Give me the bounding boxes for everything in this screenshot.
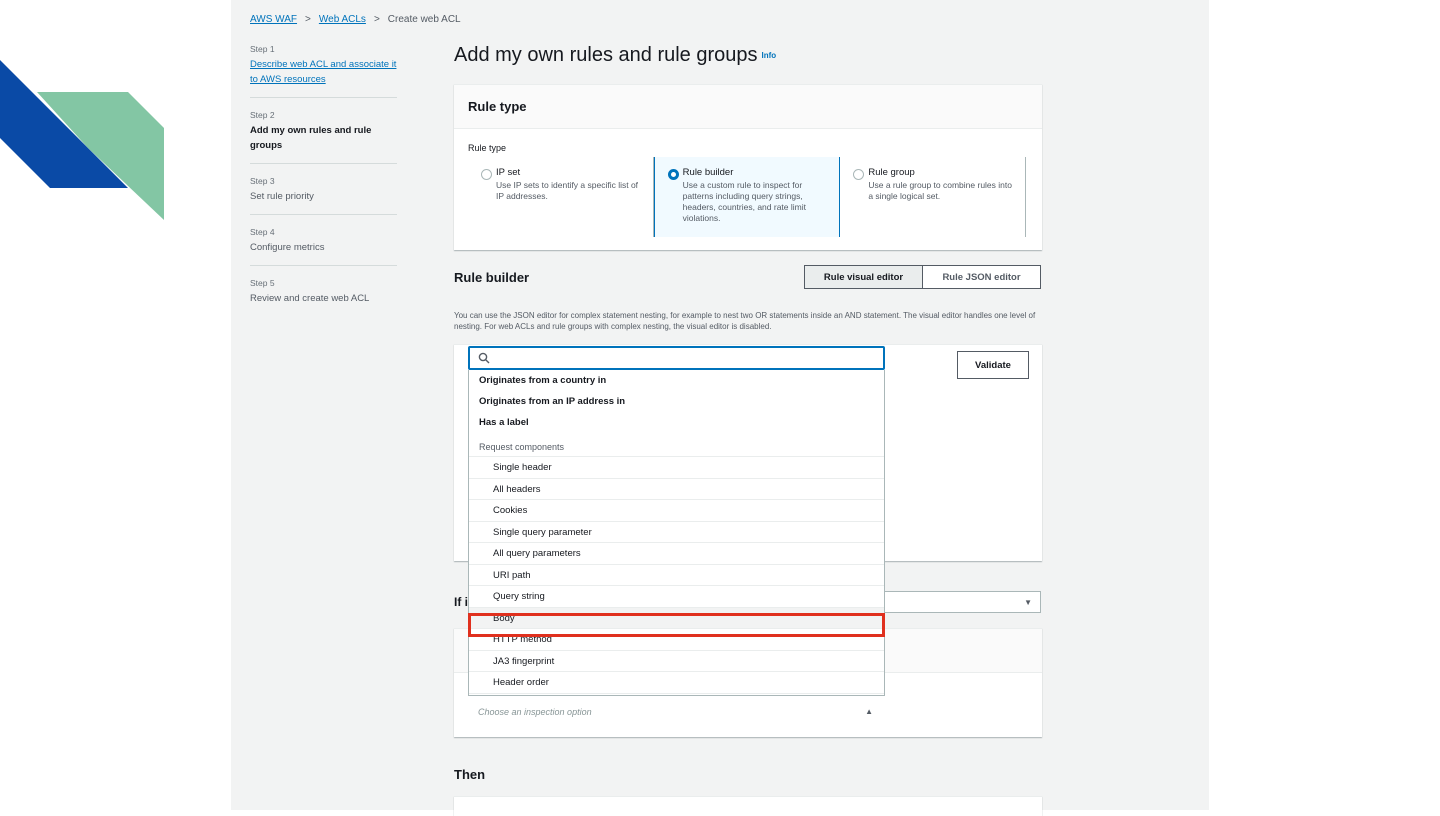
- tile-description: Use IP sets to identify a specific list …: [496, 180, 639, 201]
- option-single-header[interactable]: Single header: [469, 457, 884, 479]
- tile-description: Use a custom rule to inspect for pattern…: [682, 180, 806, 223]
- option-query-string[interactable]: Query string: [469, 586, 884, 608]
- caret-up-icon: ▲: [865, 707, 873, 716]
- then-panel: [454, 796, 1042, 816]
- step-title: Review and create web ACL: [250, 293, 370, 304]
- breadcrumb-aws-waf[interactable]: AWS WAF: [250, 14, 297, 25]
- step-number: Step 5: [250, 278, 275, 288]
- rule-json-editor-button[interactable]: Rule JSON editor: [923, 266, 1040, 288]
- rule-type-panel: Rule type Rule type IP set Use IP sets t…: [454, 84, 1042, 250]
- page-title: Add my own rules and rule groups Info: [454, 44, 776, 67]
- step-link-describe[interactable]: Describe web ACL and associate it to AWS…: [250, 57, 397, 87]
- option-header-order[interactable]: Header order: [469, 672, 884, 694]
- inspection-placeholder: Choose an inspection option: [478, 707, 592, 717]
- inspection-select[interactable]: Choose an inspection option ▲: [468, 700, 885, 724]
- option-originates-country[interactable]: Originates from a country in: [469, 370, 884, 391]
- breadcrumb-separator: >: [305, 14, 311, 25]
- tile-description: Use a rule group to combine rules into a…: [868, 180, 1012, 201]
- step-number: Step 3: [250, 176, 275, 186]
- inspect-dropdown-list: Originates from a country in Originates …: [468, 370, 885, 696]
- step-3: Step 3 Set rule priority: [250, 176, 397, 215]
- info-link[interactable]: Info: [762, 51, 777, 60]
- step-2: Step 2 Add my own rules and rule groups: [250, 110, 397, 164]
- page-title-text: Add my own rules and rule groups: [454, 44, 758, 66]
- breadcrumb: AWS WAF > Web ACLs > Create web ACL: [250, 14, 461, 25]
- if-request-label: If i: [454, 595, 468, 609]
- option-originates-ip[interactable]: Originates from an IP address in: [469, 391, 884, 412]
- breadcrumb-web-acls[interactable]: Web ACLs: [319, 14, 366, 25]
- step-1: Step 1 Describe web ACL and associate it…: [250, 44, 397, 98]
- step-number: Step 1: [250, 44, 275, 54]
- breadcrumb-separator: >: [373, 14, 380, 25]
- step-title-current: Add my own rules and rule groups: [250, 125, 372, 151]
- aws-console-frame: AWS WAF > Web ACLs > Create web ACL Step…: [231, 0, 1209, 816]
- caret-down-icon: ▼: [1024, 598, 1032, 607]
- search-input[interactable]: [494, 350, 874, 366]
- rule-type-tiles: IP set Use IP sets to identify a specifi…: [468, 157, 1027, 237]
- wizard-steps: Step 1 Describe web ACL and associate it…: [250, 44, 397, 328]
- tile-title: IP set: [496, 167, 521, 178]
- validate-button[interactable]: Validate: [957, 351, 1029, 379]
- radio-rule-builder[interactable]: [667, 169, 679, 180]
- search-icon: [478, 352, 490, 364]
- option-group-request-components: Request components: [469, 433, 884, 457]
- rule-builder-description: You can use the JSON editor for complex …: [454, 311, 1036, 331]
- search-box[interactable]: [468, 346, 885, 370]
- option-all-headers[interactable]: All headers: [469, 479, 884, 500]
- tile-ip-set[interactable]: IP set Use IP sets to identify a specifi…: [468, 157, 654, 237]
- option-all-query-parameters[interactable]: All query parameters: [469, 543, 884, 565]
- step-title: Configure metrics: [250, 242, 325, 253]
- rule-builder-title: Rule builder: [454, 270, 530, 285]
- option-cookies[interactable]: Cookies: [469, 500, 884, 522]
- option-http-method[interactable]: HTTP method: [469, 629, 884, 651]
- tile-title: Rule group: [868, 167, 915, 178]
- option-single-query-parameter[interactable]: Single query parameter: [469, 522, 884, 543]
- rule-type-label: Rule type: [468, 143, 507, 153]
- rule-type-header: Rule type: [454, 85, 1042, 129]
- step-4: Step 4 Configure metrics: [250, 227, 397, 266]
- radio-ip-set[interactable]: [481, 169, 492, 180]
- option-has-label[interactable]: Has a label: [469, 412, 884, 433]
- step-title: Set rule priority: [250, 191, 314, 202]
- rule-visual-editor-button[interactable]: Rule visual editor: [805, 266, 923, 288]
- step-5: Step 5 Review and create web ACL: [250, 278, 397, 316]
- step-number: Step 4: [250, 227, 275, 237]
- option-ja3-fingerprint[interactable]: JA3 fingerprint: [469, 651, 884, 672]
- radio-rule-group[interactable]: [853, 169, 865, 180]
- option-uri-path[interactable]: URI path: [469, 565, 884, 586]
- step-number: Step 2: [250, 110, 275, 120]
- decorative-chevron-graphic: [0, 60, 164, 220]
- tile-title: Rule builder: [682, 167, 734, 178]
- breadcrumb-current: Create web ACL: [387, 14, 461, 25]
- option-body[interactable]: Body: [469, 607, 884, 629]
- if-request-select[interactable]: ▼: [884, 591, 1041, 613]
- tile-rule-builder[interactable]: Rule builder Use a custom rule to inspec…: [653, 157, 841, 237]
- tile-rule-group[interactable]: Rule group Use a rule group to combine r…: [840, 157, 1027, 237]
- editor-toggle: Rule visual editor Rule JSON editor: [804, 265, 1041, 289]
- then-title: Then: [454, 767, 486, 782]
